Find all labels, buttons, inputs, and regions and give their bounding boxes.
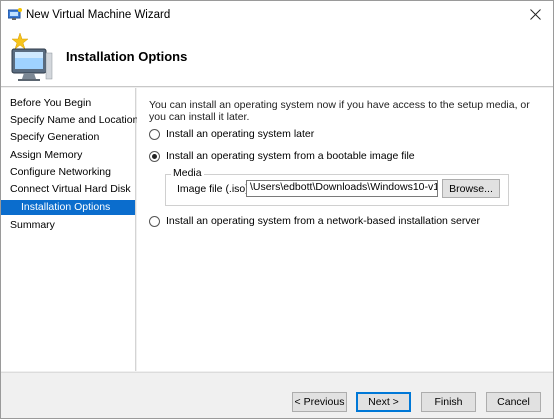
main-panel: You can install an operating system now … — [137, 88, 553, 371]
option-network-server-label: Install an operating system from a netwo… — [166, 215, 480, 227]
nav-item-assign-memory[interactable]: Assign Memory — [1, 148, 135, 163]
wizard-steps-nav: Before You Begin Specify Name and Locati… — [1, 88, 138, 371]
media-legend: Media — [171, 167, 204, 179]
nav-item-summary[interactable]: Summary — [1, 218, 135, 233]
nav-item-before-you-begin[interactable]: Before You Begin — [1, 96, 135, 111]
radio-install-later[interactable] — [149, 128, 160, 140]
next-button[interactable]: Next > — [356, 392, 411, 412]
browse-button[interactable]: Browse... — [442, 179, 500, 198]
image-file-path-input[interactable]: \Users\edbott\Downloads\Windows10-v1511.… — [246, 180, 438, 197]
radio-bootable-image[interactable] — [149, 150, 160, 162]
close-icon[interactable] — [523, 3, 547, 25]
radio-selected-dot — [152, 153, 157, 159]
option-install-later-label: Install an operating system later — [166, 128, 315, 140]
wizard-header: Installation Options — [1, 29, 553, 87]
option-bootable-image[interactable]: Install an operating system from a boota… — [149, 149, 415, 163]
previous-button[interactable]: < Previous — [292, 392, 347, 412]
option-bootable-image-label: Install an operating system from a boota… — [166, 150, 415, 162]
wizard-window: New Virtual Machine Wizard Installation … — [0, 0, 554, 419]
cancel-button[interactable]: Cancel — [486, 392, 541, 412]
option-install-later[interactable]: Install an operating system later — [149, 127, 314, 141]
option-network-server[interactable]: Install an operating system from a netwo… — [149, 214, 480, 228]
wizard-footer: < Previous Next > Finish Cancel — [1, 372, 553, 418]
nav-item-installation-options[interactable]: Installation Options — [1, 200, 135, 215]
page-heading: Installation Options — [66, 49, 188, 64]
nav-item-configure-networking[interactable]: Configure Networking — [1, 165, 135, 180]
nav-item-connect-vhd[interactable]: Connect Virtual Hard Disk — [1, 182, 135, 197]
wizard-monitor-sparkle-icon — [6, 31, 56, 83]
title-bar: New Virtual Machine Wizard — [1, 1, 553, 29]
finish-button[interactable]: Finish — [421, 392, 476, 412]
radio-network-server[interactable] — [149, 215, 160, 227]
nav-item-specify-generation[interactable]: Specify Generation — [1, 130, 135, 145]
window-title: New Virtual Machine Wizard — [26, 9, 171, 21]
image-file-label: Image file (.iso): — [177, 183, 252, 195]
hyper-v-icon — [7, 8, 22, 21]
intro-text: You can install an operating system now … — [149, 99, 530, 123]
nav-item-specify-name[interactable]: Specify Name and Location — [1, 113, 138, 128]
